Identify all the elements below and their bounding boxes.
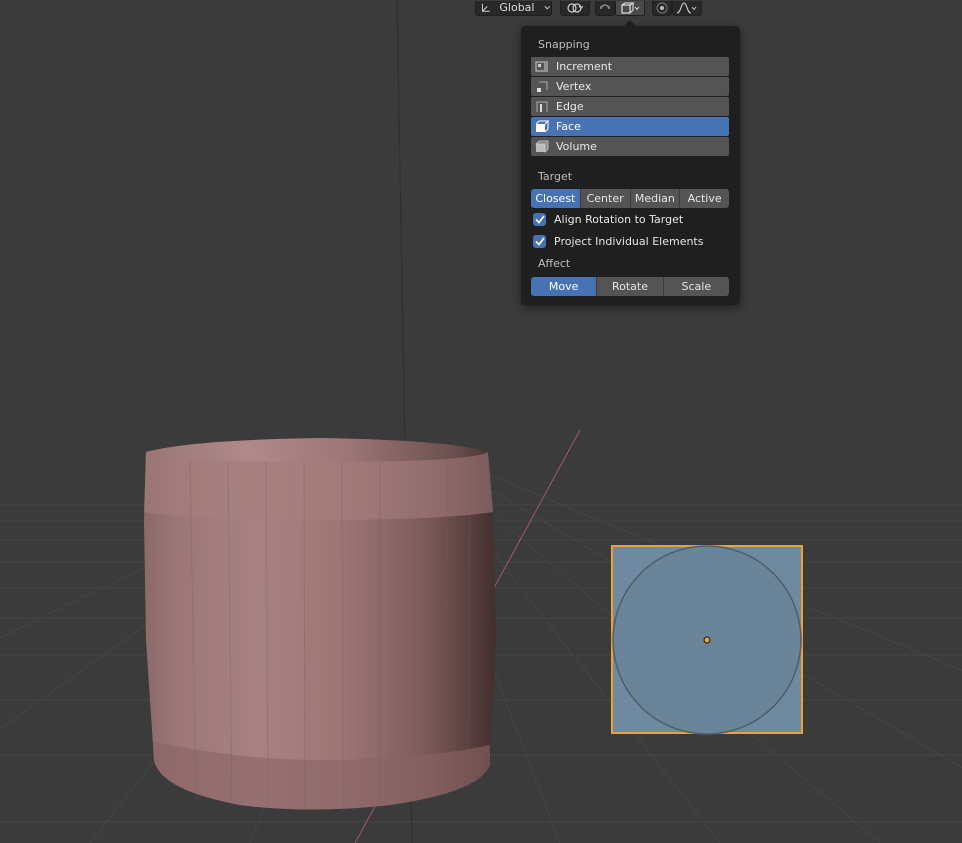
snap-element-list: Increment Vertex Edge Face Volume <box>531 57 729 157</box>
snap-item-label: Volume <box>556 140 597 153</box>
proportional-edit-icon <box>656 2 668 13</box>
snap-target-selector: Closest Center Median Active <box>531 189 729 208</box>
target-center-button[interactable]: Center <box>580 189 631 208</box>
object-origin <box>703 636 711 644</box>
proportional-edit-button[interactable] <box>652 0 672 16</box>
affect-section-title: Affect <box>538 257 571 270</box>
snap-toggle-button[interactable] <box>595 0 615 16</box>
target-median-button[interactable]: Median <box>630 189 681 208</box>
transform-orientation-icon <box>481 3 490 12</box>
increment-icon <box>535 60 550 73</box>
target-active-button[interactable]: Active <box>680 189 729 208</box>
chevron-down-icon <box>544 5 551 10</box>
falloff-curve-icon <box>676 1 697 14</box>
falloff-dropdown[interactable] <box>672 0 702 16</box>
affect-move-button[interactable]: Move <box>531 277 598 296</box>
snap-item-label: Edge <box>556 100 584 113</box>
transform-orientation-dropdown[interactable]: Global <box>475 0 552 16</box>
snap-item-vertex[interactable]: Vertex <box>531 77 729 96</box>
align-rotation-label: Align Rotation to Target <box>554 213 684 226</box>
snap-item-increment[interactable]: Increment <box>531 57 729 76</box>
snap-element-dropdown[interactable] <box>615 0 645 16</box>
face-icon <box>535 120 550 133</box>
target-section-title: Target <box>538 170 573 183</box>
snap-item-label: Vertex <box>556 80 592 93</box>
checkmark-icon <box>534 237 545 246</box>
snapping-popover: Snapping Increment Vertex Edge Face Volu… <box>521 20 740 305</box>
snap-item-edge[interactable]: Edge <box>531 97 729 116</box>
cylinder-object[interactable] <box>144 438 496 812</box>
orientation-label: Global <box>499 1 535 14</box>
checkmark-icon <box>534 215 545 224</box>
pivot-point-dropdown[interactable] <box>560 0 590 16</box>
project-individual-checkbox[interactable] <box>533 235 546 248</box>
affect-rotate-button[interactable]: Rotate <box>597 277 664 296</box>
snap-item-label: Face <box>556 120 581 133</box>
3d-viewport[interactable] <box>0 0 962 843</box>
snap-item-volume[interactable]: Volume <box>531 137 729 156</box>
pivot-point-icon <box>567 2 584 13</box>
affect-selector: Move Rotate Scale <box>531 277 729 296</box>
affect-scale-button[interactable]: Scale <box>663 277 729 296</box>
vertex-icon <box>535 80 550 93</box>
align-rotation-checkbox-row[interactable]: Align Rotation to Target <box>533 213 683 226</box>
align-rotation-checkbox[interactable] <box>533 213 546 226</box>
snapping-section-title: Snapping <box>538 38 590 51</box>
project-individual-label: Project Individual Elements <box>554 235 704 248</box>
snap-item-face[interactable]: Face <box>531 117 729 136</box>
volume-icon <box>535 140 550 153</box>
project-individual-checkbox-row[interactable]: Project Individual Elements <box>533 235 703 248</box>
snap-item-label: Increment <box>556 60 613 73</box>
magnet-snap-icon <box>600 3 610 9</box>
edge-icon <box>535 100 550 113</box>
target-closest-button[interactable]: Closest <box>531 189 581 208</box>
selected-plane-object[interactable] <box>611 545 803 735</box>
snap-face-icon <box>621 1 640 14</box>
